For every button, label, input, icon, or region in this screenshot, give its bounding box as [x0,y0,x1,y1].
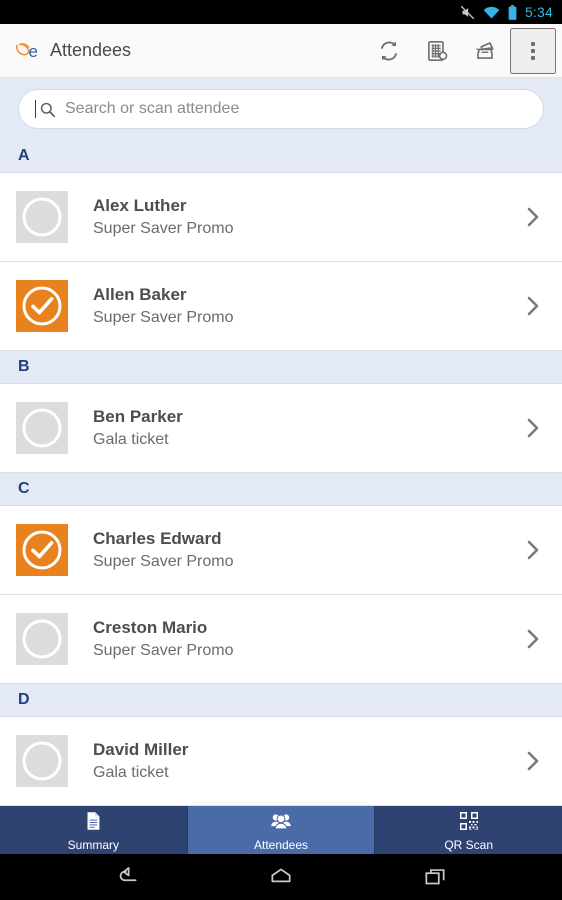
attendee-list[interactable]: A Alex Luther Super Saver Promo Allen Baker… [0,140,562,806]
status-clock: 5:34 [524,4,553,20]
kebab-dot [531,41,535,46]
attendee-details: Ben Parker Gala ticket [68,406,520,451]
attendee-details: Alex Luther Super Saver Promo [68,195,520,240]
attendee-row[interactable]: Allen Baker Super Saver Promo [0,262,562,351]
chevron-right-icon[interactable] [520,627,546,651]
section-header-b: B [0,351,562,384]
sync-icon[interactable] [366,28,412,74]
eventbrite-logo: e [14,38,42,64]
search-placeholder-text: Search or scan attendee [65,100,240,117]
attendee-details: David Miller Gala ticket [68,739,520,784]
attendee-ticket-type: Super Saver Promo [93,219,234,237]
section-header-c: C [0,473,562,506]
people-icon [270,810,292,837]
attendee-ticket-type: Super Saver Promo [93,308,234,326]
attendee-name: David Miller [93,739,189,759]
order-lookup-icon[interactable] [414,28,460,74]
tab-qr-scan[interactable]: QR Scan [375,806,562,854]
mute-icon [460,5,475,20]
section-header-d: D [0,684,562,717]
tab-label-qr-scan: QR Scan [444,837,494,852]
attendee-row[interactable]: Creston Mario Super Saver Promo [0,595,562,684]
chevron-right-icon[interactable] [520,749,546,773]
attendee-row[interactable]: David Miller Gala ticket [0,717,562,806]
back-icon[interactable] [104,854,150,900]
attendee-name: Allen Baker [93,284,187,304]
kebab-dot [531,55,535,60]
ticket-icon[interactable] [462,28,508,74]
recents-icon[interactable] [412,854,458,900]
chevron-right-icon[interactable] [520,294,546,318]
section-header-letter: A [18,147,30,164]
text-cursor [35,100,36,118]
attendee-name: Charles Edward [93,528,222,548]
attendee-ticket-type: Super Saver Promo [93,552,234,570]
attendee-details: Creston Mario Super Saver Promo [68,617,520,662]
checked-in-avatar-icon[interactable] [16,524,68,576]
attendee-name: Creston Mario [93,617,208,637]
section-header-letter: C [18,480,30,497]
search-icon [39,101,56,118]
attendee-avatar-icon[interactable] [16,613,68,665]
attendee-row[interactable]: Alex Luther Super Saver Promo [0,173,562,262]
bottom-tab-bar: Summary Attendees QR Scan [0,806,562,854]
checked-in-avatar-icon[interactable] [16,280,68,332]
chevron-right-icon[interactable] [520,538,546,562]
attendee-details: Allen Baker Super Saver Promo [68,284,520,329]
section-header-letter: B [18,358,30,375]
search-input[interactable]: Search or scan attendee [18,89,544,129]
attendee-avatar-icon[interactable] [16,191,68,243]
page-title: Attendees [50,40,132,60]
app-screen: 5:34 e Attendees Search or scan attendee… [0,0,562,900]
home-icon[interactable] [258,854,304,900]
attendee-row[interactable]: Ben Parker Gala ticket [0,384,562,473]
kebab-dot [531,48,535,53]
document-icon [82,810,104,837]
tab-summary[interactable]: Summary [0,806,188,854]
attendee-avatar-icon[interactable] [16,735,68,787]
tab-label-attendees: Attendees [253,837,309,852]
chevron-right-icon[interactable] [520,205,546,229]
tab-label-summary: Summary [67,837,119,852]
android-status-bar: 5:34 [0,0,562,24]
attendee-row[interactable]: Charles Edward Super Saver Promo [0,506,562,595]
tab-attendees[interactable]: Attendees [187,806,376,854]
app-brand: e Attendees [14,38,366,64]
wifi-icon [483,6,500,19]
search-bar-container: Search or scan attendee [0,78,562,140]
android-navigation-bar [0,854,562,900]
app-bar: e Attendees [0,24,562,78]
attendee-details: Charles Edward Super Saver Promo [68,528,520,573]
section-header-letter: D [18,691,30,708]
attendee-name: Alex Luther [93,195,187,215]
app-bar-actions [366,27,556,74]
attendee-name: Ben Parker [93,406,183,426]
battery-icon [508,4,517,20]
qr-code-icon [458,810,480,837]
attendee-avatar-icon[interactable] [16,402,68,454]
attendee-ticket-type: Super Saver Promo [93,641,234,659]
attendee-ticket-type: Gala ticket [93,430,169,448]
svg-text:e: e [29,42,38,61]
chevron-right-icon[interactable] [520,416,546,440]
section-header-a: A [0,140,562,173]
attendee-ticket-type: Gala ticket [93,763,169,781]
overflow-menu-icon[interactable] [510,27,556,74]
